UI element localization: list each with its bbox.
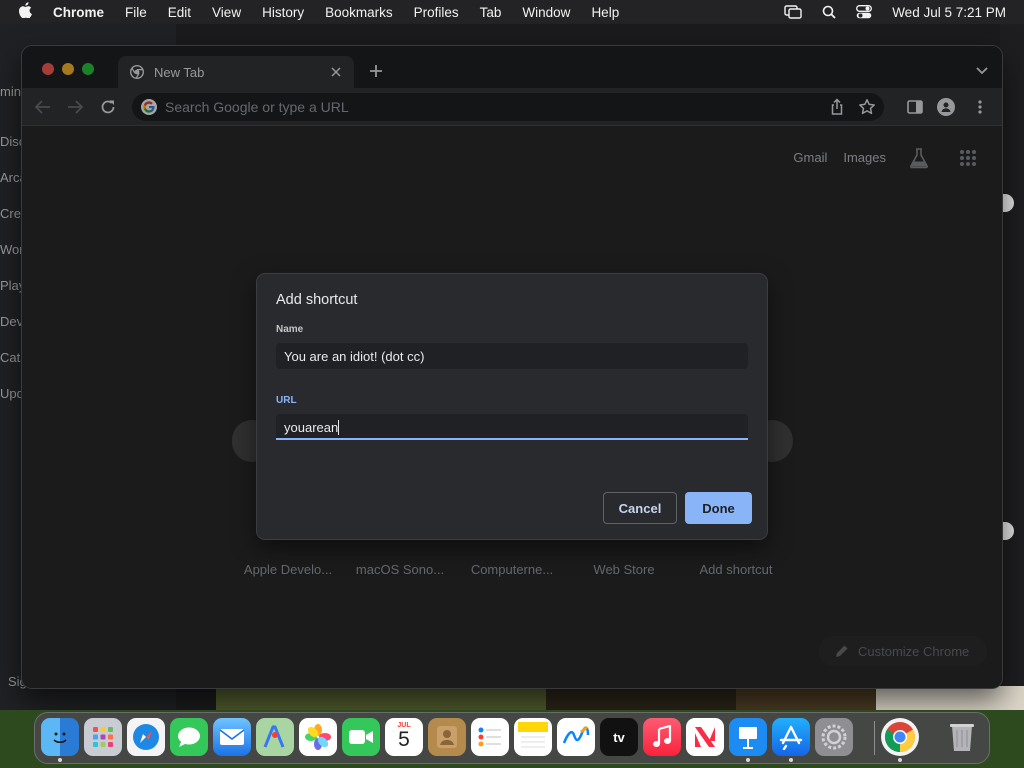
menu-bookmarks[interactable]: Bookmarks — [325, 5, 393, 20]
running-indicator — [789, 758, 793, 762]
reminders-icon[interactable] — [471, 718, 509, 756]
contacts-icon[interactable] — [428, 718, 466, 756]
safari-icon[interactable] — [127, 718, 165, 756]
google-chrome-icon[interactable] — [881, 718, 919, 756]
finder-icon[interactable] — [41, 718, 79, 756]
trash-icon[interactable] — [943, 718, 981, 756]
menu-help[interactable]: Help — [591, 5, 619, 20]
menu-view[interactable]: View — [212, 5, 241, 20]
text-cursor — [338, 420, 340, 435]
cancel-button[interactable]: Cancel — [603, 492, 677, 524]
url-input-value: youarean — [284, 420, 339, 435]
news-icon[interactable] — [686, 718, 724, 756]
calendar-icon[interactable]: JUL 5 — [385, 718, 423, 756]
background-app-label: Upd — [0, 386, 24, 401]
messages-icon[interactable] — [170, 718, 208, 756]
running-indicator — [898, 758, 902, 762]
menu-app-chrome[interactable]: Chrome — [53, 5, 104, 20]
background-app-label: Wor — [0, 242, 24, 257]
apple-menu-icon[interactable] — [18, 2, 36, 22]
background-app-label: Cat — [0, 350, 21, 365]
menu-file[interactable]: File — [125, 5, 147, 20]
system-settings-icon[interactable] — [815, 718, 853, 756]
app-store-icon[interactable] — [772, 718, 810, 756]
dialog-title: Add shortcut — [276, 292, 358, 308]
photos-icon[interactable] — [299, 718, 337, 756]
menu-bar: Chrome File Edit View History Bookmarks … — [0, 0, 1024, 24]
tv-icon[interactable]: tv — [600, 718, 638, 756]
menu-profiles[interactable]: Profiles — [414, 5, 459, 20]
running-indicator — [746, 758, 750, 762]
menu-history[interactable]: History — [262, 5, 304, 20]
maps-icon[interactable] — [256, 718, 294, 756]
name-input[interactable]: You are an idiot! (dot cc) — [276, 343, 748, 369]
tv-label: tv — [613, 729, 625, 745]
name-field-label: Name — [276, 324, 304, 335]
background-toggle — [1000, 194, 1014, 212]
notes-icon[interactable] — [514, 718, 552, 756]
dock-separator — [874, 721, 875, 755]
menu-tab[interactable]: Tab — [480, 5, 502, 20]
desktop-wallpaper — [176, 686, 1024, 710]
name-input-value: You are an idiot! (dot cc) — [284, 349, 425, 364]
keynote-icon[interactable] — [729, 718, 767, 756]
screen-mirroring-icon[interactable] — [784, 5, 802, 19]
add-shortcut-dialog: Add shortcut Name You are an idiot! (dot… — [257, 274, 767, 539]
launchpad-icon[interactable] — [84, 718, 122, 756]
url-field-label: URL — [276, 395, 297, 406]
background-app-edge — [1000, 24, 1024, 710]
menubar-status-area: Wed Jul 5 7:21 PM — [764, 0, 1006, 24]
running-indicator — [58, 758, 62, 762]
control-center-icon[interactable] — [856, 5, 873, 19]
menu-edit[interactable]: Edit — [168, 5, 191, 20]
freeform-icon[interactable] — [557, 718, 595, 756]
music-icon[interactable] — [643, 718, 681, 756]
menu-window[interactable]: Window — [522, 5, 570, 20]
calendar-day: 5 — [398, 727, 410, 751]
done-button[interactable]: Done — [685, 492, 752, 524]
background-toggle — [1000, 522, 1014, 540]
dock: JUL 5 tv — [34, 712, 990, 764]
background-app-label: Dev — [0, 314, 24, 329]
facetime-icon[interactable] — [342, 718, 380, 756]
url-input[interactable]: youarean — [276, 414, 748, 440]
spotlight-search-icon[interactable] — [822, 5, 836, 19]
mail-icon[interactable] — [213, 718, 251, 756]
menubar-clock[interactable]: Wed Jul 5 7:21 PM — [892, 5, 1006, 20]
